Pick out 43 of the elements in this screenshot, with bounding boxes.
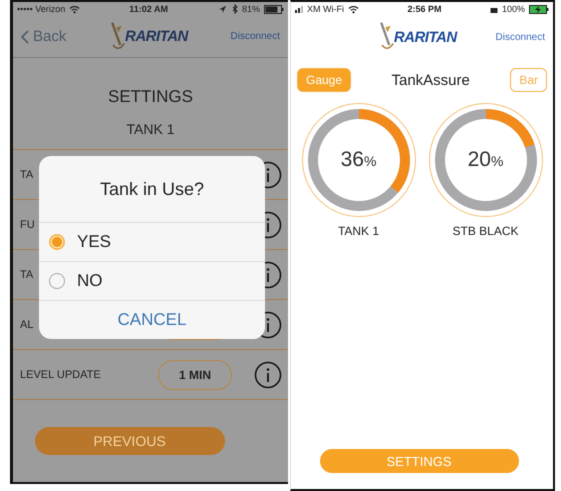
disconnect-link[interactable]: Disconnect [496, 32, 545, 42]
info-icon[interactable] [254, 360, 282, 388]
setting-label: FU [20, 218, 35, 230]
app-title: TankAssure [391, 72, 470, 88]
bluetooth-icon [232, 4, 238, 14]
gauge-label: STB BLACK [452, 224, 519, 238]
battery-percent: 100% [502, 4, 525, 14]
cancel-button[interactable]: CANCEL [39, 301, 265, 339]
status-time: 11:02 AM [129, 4, 168, 14]
radio-button[interactable] [49, 273, 65, 289]
back-button[interactable]: Back [21, 28, 66, 45]
setting-label: TA [20, 168, 34, 180]
radio-option[interactable]: YES [39, 223, 265, 262]
tank-subtitle: TANK 1 [126, 121, 174, 137]
radio-button[interactable] [49, 234, 65, 250]
value-button[interactable]: 1 MIN [158, 360, 232, 390]
signal-icon [295, 5, 303, 13]
settings-button[interactable]: SETTINGS [320, 449, 518, 473]
view-tab[interactable]: Gauge [297, 68, 352, 92]
setting-label: LEVEL UPDATE [20, 368, 101, 380]
wifi-icon [348, 4, 359, 14]
logo-text: RARITAN [125, 28, 188, 45]
battery-percent: 81% [242, 4, 260, 14]
carrier-text: XM Wi-Fi [307, 4, 344, 14]
view-tab[interactable]: Bar [510, 68, 547, 92]
status-time: 2:56 PM [407, 4, 442, 14]
dialog-title: Tank in Use? [39, 156, 265, 223]
location-icon [216, 4, 228, 14]
gauge-reading: 20% [468, 148, 504, 172]
setting-label: AL [20, 318, 34, 330]
battery-charging-icon [528, 4, 549, 14]
logo-text: RARITAN [394, 28, 457, 46]
disconnect-link[interactable]: Disconnect [230, 31, 280, 42]
back-chevron-icon [21, 30, 29, 44]
carrier-text: ••••• Verizon [17, 4, 66, 14]
gauge-label: TANK 1 [338, 224, 380, 238]
radio-option[interactable]: NO [39, 262, 265, 301]
gauge-reading: 36% [340, 148, 376, 172]
wifi-icon [69, 4, 80, 14]
settings-title: SETTINGS [108, 87, 193, 107]
battery-icon [264, 4, 284, 14]
previous-button[interactable]: PREVIOUS [34, 427, 224, 455]
setting-label: TA [20, 268, 34, 280]
